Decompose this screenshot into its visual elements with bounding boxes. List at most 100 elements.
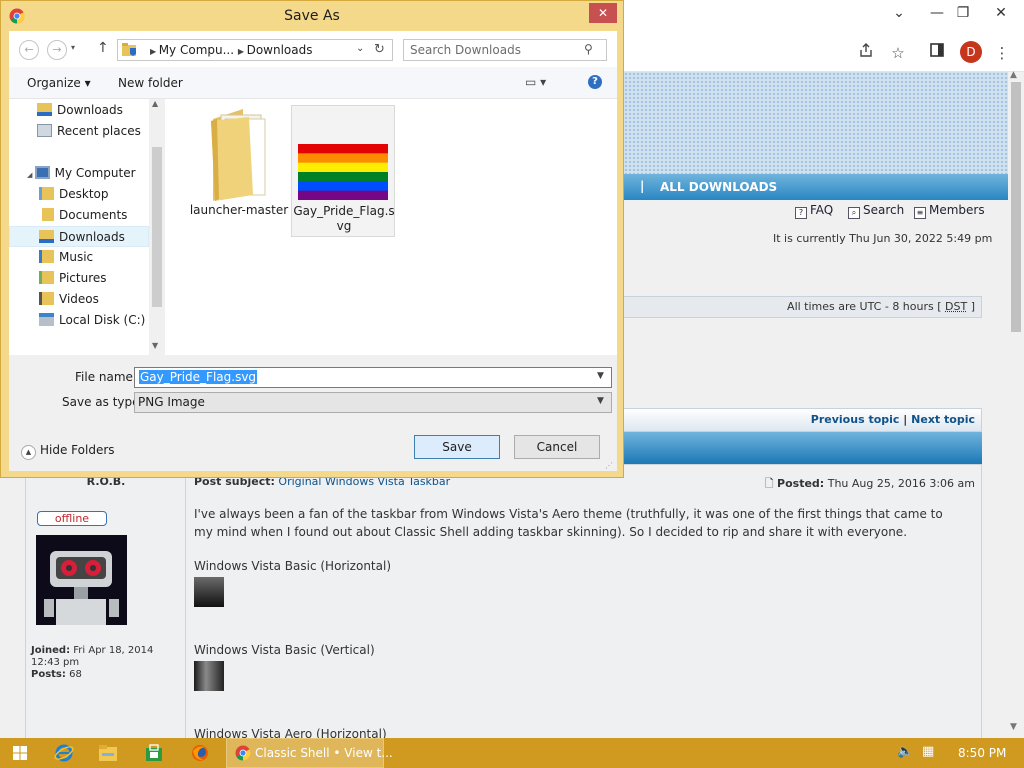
posted-value: Thu Aug 25, 2016 3:06 am bbox=[827, 477, 975, 490]
dialog-body: ← → ▾ ↑ ▶ My Compu... ▶ Downloads ⌄ ↻ Se… bbox=[9, 31, 617, 471]
caption-aero-horizontal: Windows Vista Aero (Horizontal) bbox=[194, 727, 387, 738]
taskbar-chrome-window[interactable]: Classic Shell • View t... bbox=[226, 738, 393, 768]
save-button[interactable]: Save bbox=[414, 435, 500, 459]
network-icon[interactable]: ▦ bbox=[922, 744, 934, 759]
thumbnail-basic-horizontal[interactable] bbox=[194, 577, 224, 607]
file-name: launcher-master bbox=[189, 203, 289, 217]
cancel-button[interactable]: Cancel bbox=[514, 435, 600, 459]
menu-icon[interactable]: ⋮ bbox=[991, 42, 1013, 64]
hide-folders-toggle[interactable]: ▲ Hide Folders bbox=[21, 443, 115, 460]
scroll-down-icon[interactable]: ▼ bbox=[1010, 722, 1017, 732]
breadcrumb: ▶ My Compu... ▶ Downloads bbox=[150, 43, 313, 57]
nav-scroll-down-icon[interactable]: ▼ bbox=[152, 341, 158, 350]
start-button[interactable] bbox=[0, 738, 40, 768]
nav-item-downloads[interactable]: Downloads bbox=[9, 226, 149, 247]
nav-item-pictures[interactable]: Pictures bbox=[39, 268, 165, 289]
save-as-dialog: Save As ✕ ← → ▾ ↑ ▶ My Compu... ▶ Downlo… bbox=[0, 0, 624, 478]
file-explorer-icon[interactable] bbox=[88, 738, 128, 768]
share-icon[interactable] bbox=[855, 42, 877, 64]
nav-label: Downloads bbox=[59, 230, 125, 244]
address-row: ← → ▾ ↑ ▶ My Compu... ▶ Downloads ⌄ ↻ Se… bbox=[9, 31, 617, 67]
scroll-thumb[interactable] bbox=[1011, 82, 1021, 332]
previous-topic-link[interactable]: Previous topic bbox=[811, 413, 900, 426]
breadcrumb-my-computer[interactable]: My Compu... bbox=[159, 43, 234, 57]
recent-locations-icon[interactable]: ▾ bbox=[71, 43, 75, 52]
nav-item-my-computer[interactable]: ◢ My Computer bbox=[27, 163, 165, 184]
nav-label: Downloads bbox=[57, 103, 123, 117]
flag-stripe bbox=[298, 153, 388, 164]
dst-link[interactable]: DST bbox=[945, 300, 967, 313]
drive-icon bbox=[39, 313, 54, 326]
desktop-folder-icon bbox=[39, 187, 54, 200]
next-topic-link[interactable]: Next topic bbox=[911, 413, 975, 426]
organize-menu[interactable]: Organize ▾ bbox=[27, 76, 91, 90]
chevron-down-icon[interactable]: ▼ bbox=[597, 371, 604, 381]
nav-item-recent-places[interactable]: Recent places bbox=[37, 121, 165, 142]
store-icon[interactable] bbox=[134, 738, 174, 768]
flag-stripe bbox=[298, 190, 388, 200]
save-type-value: PNG Image bbox=[138, 395, 205, 409]
nav-label: Videos bbox=[59, 292, 99, 306]
nav-scroll-thumb[interactable] bbox=[152, 147, 162, 307]
new-folder-button[interactable]: New folder bbox=[118, 76, 183, 90]
nav-scrollbar[interactable]: ▲ ▼ bbox=[149, 99, 165, 355]
collapse-icon: ▲ bbox=[21, 445, 36, 460]
faq-icon: ? bbox=[795, 207, 807, 219]
nav-item-local-disk[interactable]: Local Disk (C:) bbox=[39, 310, 165, 331]
expand-icon[interactable]: ◢ bbox=[27, 171, 35, 179]
profile-avatar[interactable]: D bbox=[960, 41, 982, 63]
address-dropdown-icon[interactable]: ⌄ bbox=[356, 43, 364, 54]
breadcrumb-downloads[interactable]: Downloads bbox=[247, 43, 313, 57]
nav-all-downloads[interactable]: ALL DOWNLOADS bbox=[660, 180, 777, 194]
dialog-titlebar[interactable]: Save As ✕ bbox=[1, 1, 623, 31]
save-type-select[interactable]: PNG Image ▼ bbox=[134, 392, 612, 413]
dialog-close-button[interactable]: ✕ bbox=[589, 3, 617, 23]
star-icon[interactable]: ☆ bbox=[887, 42, 909, 64]
nav-label: My Computer bbox=[54, 166, 136, 180]
help-icon[interactable]: ? bbox=[588, 75, 602, 89]
file-name-input[interactable]: Gay_Pride_Flag.svg ▼ bbox=[134, 367, 612, 388]
nav-item-downloads-fav[interactable]: Downloads bbox=[37, 100, 165, 121]
nav-item-desktop[interactable]: Desktop bbox=[39, 184, 165, 205]
post-text: I've always been a fan of the taskbar fr… bbox=[194, 507, 943, 539]
nav-item-documents[interactable]: Documents bbox=[39, 205, 165, 226]
thumbnail-basic-vertical[interactable] bbox=[194, 661, 224, 691]
nav-label: Local Disk (C:) bbox=[59, 313, 146, 327]
firefox-icon[interactable] bbox=[180, 738, 220, 768]
nav-item-music[interactable]: Music bbox=[39, 247, 165, 268]
refresh-icon[interactable]: ↻ bbox=[374, 42, 385, 57]
nav-label: Music bbox=[59, 250, 94, 264]
back-button[interactable]: ← bbox=[19, 40, 39, 60]
resize-grip-icon[interactable]: ⋰ bbox=[605, 461, 613, 470]
minimize-button[interactable]: ⌄ bbox=[880, 0, 918, 26]
search-input[interactable]: Search Downloads ⚲ bbox=[403, 39, 607, 61]
post-profile: R.O.B. offline Joined: Fri Apr 18, 2014 … bbox=[26, 465, 186, 738]
nav-scroll-up-icon[interactable]: ▲ bbox=[152, 99, 158, 108]
search-icon[interactable]: ⚲ bbox=[584, 42, 593, 56]
change-view-icon[interactable]: ▭ ▾ bbox=[525, 75, 546, 89]
search-link[interactable]: ⌕ Search bbox=[848, 203, 904, 219]
computer-icon bbox=[34, 166, 50, 179]
page-scrollbar[interactable]: ▲ ▼ bbox=[1008, 70, 1024, 738]
file-item-image[interactable]: Gay_Pride_Flag.svg bbox=[291, 105, 395, 237]
post-icon[interactable]: 🗋 bbox=[765, 477, 774, 490]
address-bar[interactable]: ▶ My Compu... ▶ Downloads ⌄ ↻ bbox=[117, 39, 393, 61]
nav-item-videos[interactable]: Videos bbox=[39, 289, 165, 310]
clock[interactable]: 8:50 PM bbox=[958, 746, 1006, 760]
flag-stripe bbox=[298, 144, 388, 154]
up-button[interactable]: ↑ bbox=[97, 40, 109, 56]
internet-explorer-icon[interactable] bbox=[44, 738, 84, 768]
maximize-button[interactable]: ❐ bbox=[944, 0, 982, 26]
forward-button[interactable]: → bbox=[47, 40, 67, 60]
file-item-folder[interactable]: launcher-master bbox=[187, 105, 291, 237]
chevron-down-icon[interactable]: ▼ bbox=[597, 396, 604, 406]
volume-muted-icon[interactable]: 🔈 bbox=[897, 744, 913, 759]
breadcrumb-chevron-icon: ▶ bbox=[237, 47, 247, 56]
flag-stripe bbox=[298, 172, 388, 182]
close-button[interactable]: ✕ bbox=[982, 0, 1020, 26]
scroll-up-icon[interactable]: ▲ bbox=[1010, 70, 1017, 80]
forum-post: R.O.B. offline Joined: Fri Apr 18, 2014 … bbox=[25, 464, 982, 738]
sidebar-icon[interactable] bbox=[926, 42, 948, 64]
faq-link[interactable]: ? FAQ bbox=[795, 203, 833, 219]
members-link[interactable]: ≡ Members bbox=[914, 203, 985, 219]
